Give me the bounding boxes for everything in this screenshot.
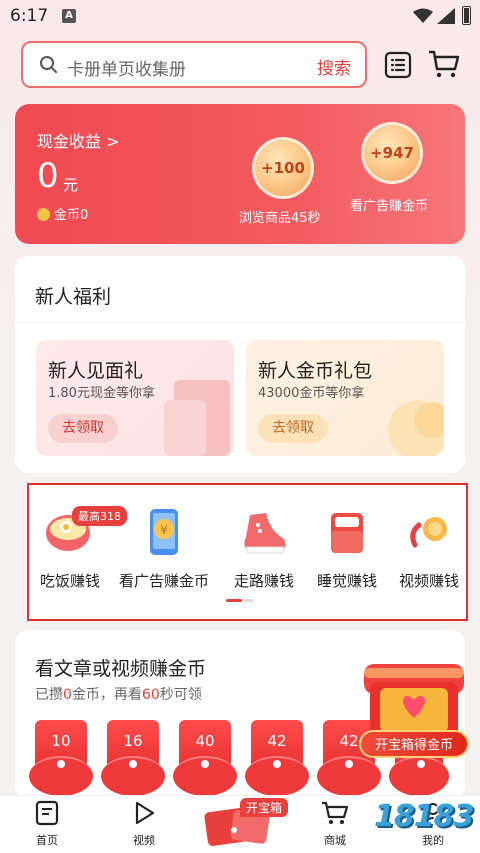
- feature-sleep[interactable]: 睡觉赚钱: [302, 507, 392, 591]
- reward-envelope[interactable]: 10: [29, 720, 93, 796]
- ad-reward-badge[interactable]: +947: [361, 122, 423, 184]
- search-bar[interactable]: 卡册单页收集册 搜索: [21, 41, 367, 88]
- search-icon: [40, 56, 57, 73]
- nav-label: 首页: [36, 834, 58, 847]
- coin-balance: 金币0: [37, 204, 88, 223]
- nav-label: 商城: [324, 834, 346, 847]
- cart-icon[interactable]: [428, 49, 460, 79]
- play-icon: [135, 801, 155, 825]
- welcome-gift-subtitle: 1.80元现金等你拿: [48, 386, 155, 401]
- coin-graphic: [388, 400, 444, 456]
- watermark-logo: 18183: [372, 785, 474, 845]
- open-chest-button[interactable]: 开宝箱得金币: [359, 730, 469, 758]
- nav-mall[interactable]: 商城: [305, 800, 365, 848]
- signal-icon: [437, 8, 455, 24]
- coin-pack-card[interactable]: 新人金币礼包 43000金币等你拿 去领取: [246, 340, 444, 456]
- list-icon[interactable]: [384, 51, 412, 79]
- video-coin-icon: [401, 507, 457, 557]
- new-user-welfare: 新人福利 新人见面礼 1.80元现金等你拿 去领取 新人金币礼包 43000金币…: [15, 256, 465, 473]
- feature-label: 吃饭赚钱: [39, 572, 100, 590]
- welfare-title: 新人福利: [35, 286, 112, 308]
- search-button[interactable]: 搜索: [317, 54, 351, 79]
- page-indicator: [226, 599, 254, 602]
- feature-label: 走路赚钱: [233, 572, 294, 590]
- coin-pack-claim-button[interactable]: 去领取: [258, 414, 328, 443]
- phone-coin-icon: ¥: [136, 507, 192, 557]
- reward-envelope[interactable]: 42: [245, 720, 309, 796]
- nav-label: 视频: [133, 834, 155, 847]
- earnings-card[interactable]: 现金收益 > 0 元 金币0 +100 浏览商品45秒 +947 看广告赚金币: [15, 104, 465, 244]
- search-input[interactable]: 卡册单页收集册: [67, 55, 186, 80]
- feature-video[interactable]: 视频赚钱: [384, 507, 474, 591]
- feature-label: 看广告赚金币: [119, 572, 210, 590]
- browse-reward-caption: 浏览商品45秒: [239, 211, 321, 226]
- ad-reward-caption: 看广告赚金币: [350, 199, 429, 214]
- bed-icon: [319, 507, 375, 557]
- coin-icon: [37, 208, 50, 221]
- read-earn-title: 看文章或视频赚金币: [35, 658, 207, 680]
- cash-amount: 0: [37, 156, 59, 196]
- home-doc-icon: [35, 800, 59, 826]
- read-earn-progress: 已攒0金币，再看60秒可领: [35, 687, 202, 703]
- feature-label: 视频赚钱: [398, 572, 459, 590]
- battery-icon: [462, 6, 471, 25]
- coin-balance-text: 金币0: [54, 208, 89, 223]
- reward-envelope[interactable]: 40: [173, 720, 237, 796]
- coin-pack-title: 新人金币礼包: [258, 360, 373, 382]
- nav-home[interactable]: 首页: [17, 800, 77, 848]
- wifi-icon: [413, 8, 433, 23]
- cash-earnings-link[interactable]: 现金收益 >: [37, 128, 120, 152]
- treasure-tag: 开宝箱: [240, 798, 289, 817]
- feature-walk[interactable]: 走路赚钱: [219, 507, 309, 591]
- cash-unit: 元: [63, 176, 79, 194]
- svg-text:¥: ¥: [160, 523, 168, 537]
- reward-envelope[interactable]: 16: [101, 720, 165, 796]
- sneaker-icon: [236, 507, 292, 557]
- welcome-gift-claim-button[interactable]: 去领取: [48, 414, 118, 443]
- cart-icon: [322, 801, 349, 824]
- feature-ad[interactable]: ¥ 看广告赚金币: [119, 507, 209, 591]
- nav-video[interactable]: 视频: [114, 800, 174, 848]
- welcome-gift-card[interactable]: 新人见面礼 1.80元现金等你拿 去领取: [36, 340, 234, 456]
- feature-label: 睡觉赚钱: [316, 572, 377, 590]
- red-envelope-graphic: [164, 380, 230, 456]
- status-bar: 6:17 A: [0, 0, 480, 34]
- earning-features: 吃饭赚钱 最高318 ¥ 看广告赚金币 走路赚钱 睡觉赚钱 视频赚钱: [27, 483, 468, 621]
- notification-icon: A: [62, 9, 76, 23]
- coin-pack-subtitle: 43000金币等你拿: [258, 386, 365, 401]
- browse-reward-badge[interactable]: +100: [252, 137, 314, 199]
- divider: [15, 322, 465, 323]
- welcome-gift-title: 新人见面礼: [48, 360, 144, 382]
- watermark-text: 18183: [374, 799, 474, 834]
- status-time: 6:17: [10, 6, 49, 26]
